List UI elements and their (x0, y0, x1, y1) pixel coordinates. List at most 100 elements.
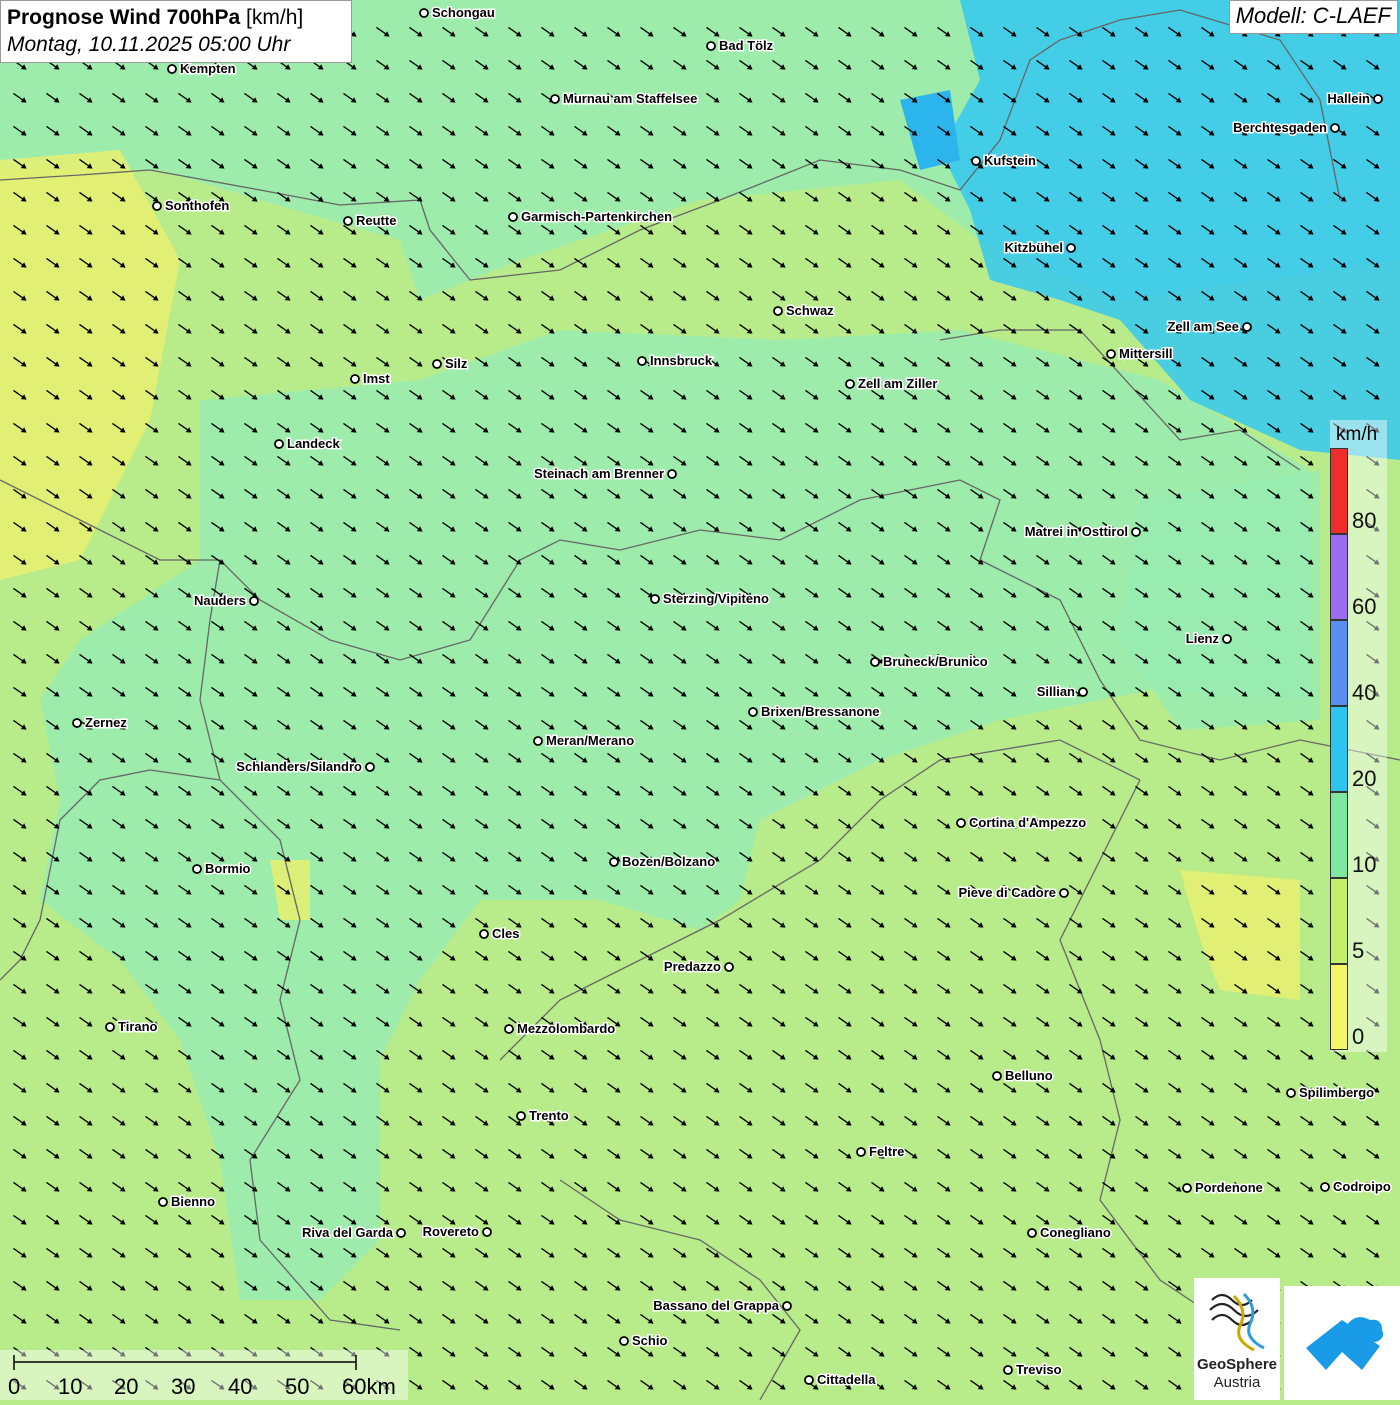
wind-arrow (739, 1115, 753, 1126)
city-marker: Sonthofen (152, 197, 231, 215)
geosphere-logo[interactable]: GeoSphere Austria (1194, 1278, 1280, 1400)
wind-arrow (79, 1181, 93, 1192)
wind-arrow (838, 323, 852, 334)
wind-arrow (409, 1346, 423, 1357)
wind-arrow (805, 1148, 819, 1159)
wind-arrow (79, 620, 93, 631)
city-marker: Silz (432, 355, 469, 373)
wind-arrow (970, 1082, 984, 1093)
wind-arrow (574, 290, 588, 301)
wind-arrow (739, 917, 753, 928)
wind-arrow (673, 290, 687, 301)
wind-arrow (475, 950, 489, 961)
wind-arrow (1102, 1148, 1116, 1159)
wind-arrow (1135, 950, 1149, 961)
legend-swatch (1330, 878, 1348, 964)
wind-arrow (640, 1247, 654, 1258)
wind-arrow (475, 290, 489, 301)
city-marker: Riva del Garda (300, 1224, 406, 1242)
city-label: Zernez (85, 715, 127, 730)
city-dot (1003, 1365, 1013, 1375)
wind-arrow (871, 191, 885, 202)
wind-arrow (442, 1313, 456, 1324)
wind-arrow (442, 323, 456, 334)
wind-arrow (904, 257, 918, 268)
wind-arrow (1300, 1214, 1314, 1225)
wind-arrow (1135, 983, 1149, 994)
wind-arrow (1069, 1049, 1083, 1060)
wind-arrow (112, 1115, 126, 1126)
wind-arrow (508, 1247, 522, 1258)
partner-logo[interactable] (1284, 1286, 1400, 1400)
wind-arrow (772, 1148, 786, 1159)
wind-arrow (1135, 1082, 1149, 1093)
wind-arrow (970, 1115, 984, 1126)
wind-arrow (145, 521, 159, 532)
wind-arrow (13, 1148, 27, 1159)
wind-arrow (1267, 752, 1281, 763)
wind-map[interactable]: Schongau Bad Tölz Kempten Murnau am Staffel… (0, 0, 1400, 1400)
wind-arrow (442, 290, 456, 301)
wind-arrow (574, 1313, 588, 1324)
wind-arrow (1201, 1049, 1215, 1060)
wind-arrow (772, 323, 786, 334)
wind-arrow (673, 1313, 687, 1324)
wind-arrow (1135, 1016, 1149, 1027)
wind-arrow (1003, 1280, 1017, 1291)
scale-tick: 20 (114, 1374, 139, 1399)
city-label: Tirano (118, 1019, 158, 1034)
wind-arrow (46, 1280, 60, 1291)
wind-arrow (409, 1016, 423, 1027)
wind-arrow (1135, 785, 1149, 796)
wind-arrow (937, 818, 951, 829)
city-dot (1059, 888, 1069, 898)
wind-arrow (1036, 851, 1050, 862)
wind-arrow (937, 884, 951, 895)
scale-tick: 60km (342, 1374, 396, 1399)
city-marker: Tirano (105, 1018, 159, 1036)
wind-arrow (409, 1280, 423, 1291)
wind-arrow (442, 1280, 456, 1291)
wind-arrow (739, 1148, 753, 1159)
wind-arrow (112, 1247, 126, 1258)
legend-unit: km/h (1336, 424, 1378, 445)
wind-arrow (409, 1313, 423, 1324)
legend-swatch (1330, 448, 1348, 534)
wind-arrow (673, 1214, 687, 1225)
city-label: Kempten (180, 61, 236, 76)
wind-arrow (1234, 1115, 1248, 1126)
wind-arrow (1036, 1379, 1050, 1390)
wind-arrow (145, 554, 159, 565)
wind-arrow (937, 224, 951, 235)
wind-arrow (46, 1181, 60, 1192)
wind-arrow (904, 1016, 918, 1027)
wind-arrow (805, 1346, 819, 1357)
wind-arrow (310, 356, 324, 367)
wind-arrow (46, 1049, 60, 1060)
wind-arrow (277, 1313, 291, 1324)
wind-arrow (1069, 1181, 1083, 1192)
wind-arrow (343, 290, 357, 301)
wind-arrow (1168, 1346, 1182, 1357)
wind-arrow (1201, 1082, 1215, 1093)
wind-arrow (79, 983, 93, 994)
wind-arrow (112, 1049, 126, 1060)
wind-arrow (904, 1379, 918, 1390)
city-label: Schlanders/Silandro (236, 759, 362, 774)
wind-arrow (1300, 983, 1314, 994)
wind-arrow (739, 224, 753, 235)
wind-arrow (409, 323, 423, 334)
wind-arrow (1036, 323, 1050, 334)
city-label: Pordenone (1195, 1180, 1263, 1195)
wind-arrow (1003, 323, 1017, 334)
wind-arrow (79, 1082, 93, 1093)
city-dot (274, 439, 284, 449)
wind-arrow (1069, 785, 1083, 796)
wind-arrow (1300, 917, 1314, 928)
wind-arrow (607, 1115, 621, 1126)
wind-arrow (1036, 752, 1050, 763)
wind-arrow (112, 554, 126, 565)
wind-arrow (805, 1082, 819, 1093)
wind-arrow (838, 1346, 852, 1357)
wind-arrow (640, 1148, 654, 1159)
